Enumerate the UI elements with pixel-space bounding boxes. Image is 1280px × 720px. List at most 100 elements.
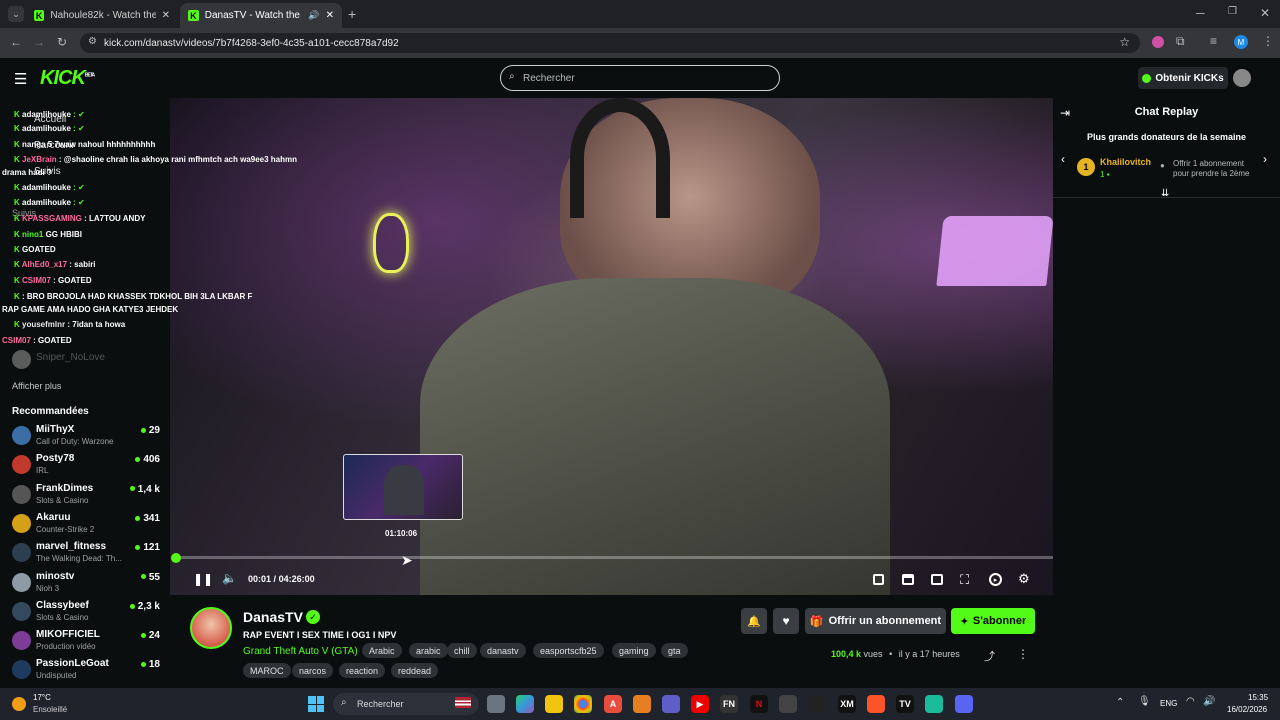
netflix-icon[interactable]: N [750,695,768,713]
recommended-channel[interactable]: minostv Nioh 3 55 [10,569,162,597]
app-icon[interactable] [808,695,826,713]
tag-chip[interactable]: Arabic [362,643,402,658]
category-link[interactable]: Grand Theft Auto V (GTA) [243,646,358,657]
tag-chip[interactable]: MAROC [243,663,291,678]
search-input[interactable]: ⌕ Rechercher [500,65,780,91]
chevron-right-icon[interactable]: › [1263,152,1267,166]
tag-chip[interactable]: danastv [480,643,526,658]
app-icon[interactable]: A [604,695,622,713]
hamburger-menu-icon[interactable]: ☰ [14,70,27,88]
chat-username[interactable]: adamlihouke [22,110,71,119]
extension-icon[interactable] [1152,36,1164,48]
browser-menu-icon[interactable]: ⋮ [1262,34,1274,48]
chat-username[interactable]: JeXBrain [22,155,57,164]
theatre-mode-icon[interactable] [931,574,943,585]
more-options-icon[interactable]: ⋮ [1017,647,1029,661]
volume-icon[interactable]: 🔊 [1203,696,1215,707]
channel-name[interactable]: DanasTV [243,609,303,625]
follow-heart-button[interactable]: ♥ [773,608,799,634]
new-tab-button[interactable]: + [348,6,356,22]
app-icon[interactable]: XM [838,695,856,713]
tab-nahoule[interactable]: K Nahoule82k - Watch the VOD o ✕ [26,3,178,28]
channel-avatar[interactable] [190,607,232,649]
notification-bell-button[interactable]: 🔔 [741,608,767,634]
taskbar-search[interactable]: ⌕ Rechercher [333,693,479,715]
close-window-button[interactable]: ✕ [1260,6,1270,20]
recommended-channel[interactable]: Akaruu Counter-Strike 2 341 [10,510,162,538]
chat-username[interactable]: CSIM07 [2,336,31,345]
weather-sun-icon[interactable] [12,697,26,711]
close-icon[interactable]: ✕ [326,10,334,21]
tag-chip[interactable]: gaming [612,643,656,658]
seek-handle[interactable] [171,553,181,563]
tag-chip[interactable]: reaction [339,663,386,678]
reload-icon[interactable]: ↻ [57,35,67,49]
wifi-icon[interactable]: ◠ [1186,696,1195,707]
donor-name[interactable]: Khalilovitch [1100,157,1151,167]
followed-channel[interactable]: Sniper_NoLove [10,346,162,374]
chat-username[interactable]: yousefmlnr [22,320,65,329]
tab-danastv[interactable]: K DanasTV - Watch the VOD o 🔊 ✕ [180,3,342,28]
tag-chip[interactable]: arabic [409,643,448,658]
tag-chip[interactable]: narcos [292,663,334,678]
url-field[interactable]: ⚙ kick.com/danastv/videos/7b7f4268-3ef0-… [80,33,1140,53]
recommended-channel[interactable]: Classybeef Slots & Casino 2,3 k [10,598,162,626]
chat-username[interactable]: adamlihouke [22,198,71,207]
copilot-icon[interactable] [516,695,534,713]
chat-username[interactable]: adamlihouke [22,124,71,133]
youtube-icon[interactable]: ▶ [691,695,709,713]
chrome-icon[interactable] [574,695,592,713]
recommended-channel[interactable]: MiiThyX Call of Duty: Warzone 29 [10,422,162,450]
chat-username[interactable]: AlhEd0_x17 [22,260,67,269]
close-icon[interactable]: ✕ [162,10,170,21]
back-icon[interactable]: ← [10,35,22,49]
recommended-channel[interactable]: marvel_fitness The Walking Dead: Th... 1… [10,539,162,567]
tab-search-button[interactable]: ⌄ [8,6,24,22]
extensions-puzzle-icon[interactable]: ⧉ [1176,34,1185,49]
recommended-channel[interactable]: PassionLeGoat Undisputed 18 [10,656,162,684]
gift-sub-button[interactable]: 🎁 Offrir un abonnement [805,608,946,634]
maximize-button[interactable]: ❐ [1228,6,1237,17]
miniplayer-icon[interactable] [873,574,884,585]
video-player[interactable] [170,98,1053,595]
bookmark-star-icon[interactable]: ☆ [1119,35,1130,49]
kick-logo[interactable]: KICKBETA [40,67,95,90]
share-icon[interactable]: ⤴ [984,648,995,664]
subscribe-button[interactable]: ✦ S'abonner [951,608,1035,634]
app-icon[interactable] [925,695,943,713]
volume-icon[interactable]: 🔈 [222,571,237,585]
task-view-icon[interactable] [487,695,505,713]
forward-icon[interactable]: → [33,35,45,49]
tag-chip[interactable]: chill [447,643,477,658]
site-info-icon[interactable]: ⚙ [88,36,97,47]
user-avatar[interactable] [1233,69,1251,87]
settings-gear-icon[interactable]: ⚙ [1018,571,1030,587]
pause-button[interactable]: ❚❚ [193,572,213,586]
chat-username[interactable]: CSIM07 [22,276,51,285]
microphone-icon[interactable]: 🎙 [1138,696,1151,707]
playback-speed-icon[interactable]: ▸ [989,573,1002,586]
chat-username[interactable]: adamlihouke [22,183,71,192]
speaker-icon[interactable]: 🔊 [308,10,319,21]
brave-icon[interactable] [867,695,885,713]
clock-time[interactable]: 15:35 [1248,693,1268,702]
file-explorer-icon[interactable] [545,695,563,713]
chat-username[interactable]: KPASSGAMING [22,214,82,223]
chevron-left-icon[interactable]: ‹ [1061,152,1065,166]
fullscreen-icon[interactable]: ⛶ [960,572,969,588]
tag-chip[interactable]: reddead [391,663,439,678]
teams-icon[interactable] [662,695,680,713]
tray-chevron-icon[interactable]: ⌃ [1116,697,1124,708]
seek-bar[interactable] [176,556,1053,559]
app-icon[interactable] [633,695,651,713]
fn-icon[interactable]: FN [720,695,738,713]
tag-chip[interactable]: gta [661,643,688,658]
reading-list-icon[interactable]: ≡ [1210,34,1217,48]
minimize-button[interactable]: ─ [1196,6,1205,20]
app-icon[interactable]: TV [896,695,914,713]
clock-date[interactable]: 16/02/2026 [1227,705,1267,714]
tag-chip[interactable]: easportscfb25 [533,643,604,658]
windows-start-icon[interactable] [308,696,324,712]
get-kicks-button[interactable]: Obtenir KICKs [1138,67,1228,89]
recommended-channel[interactable]: MIKOFFICIEL Production vidéo 24 [10,627,162,655]
